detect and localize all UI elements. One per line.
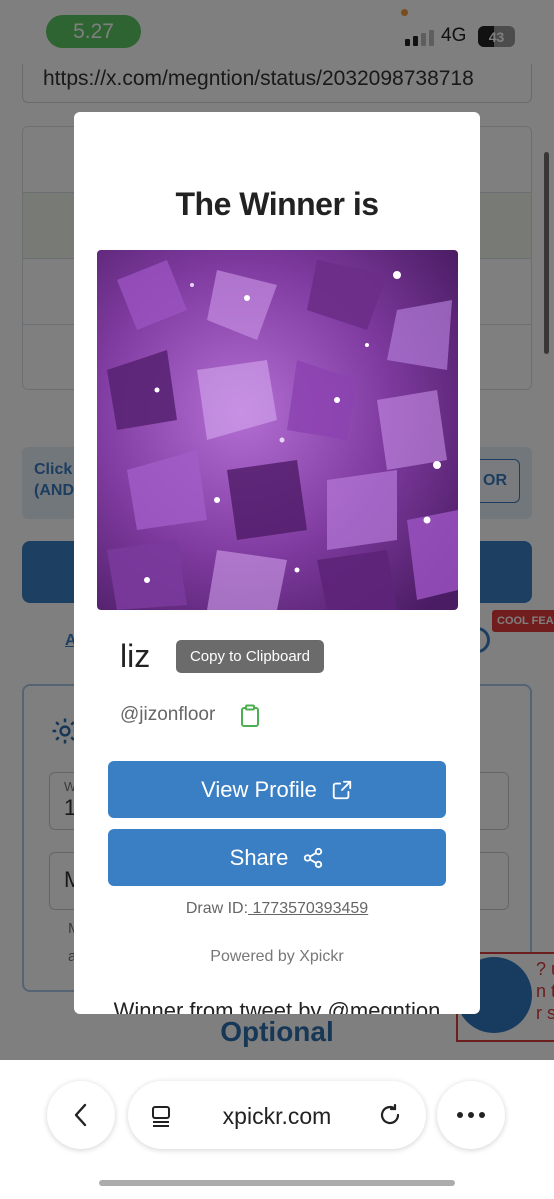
draw-id-label: Draw ID: — [185, 900, 249, 917]
external-link-icon — [332, 780, 352, 799]
winner-avatar-image — [97, 250, 458, 610]
modal-title: The Winner is — [175, 186, 379, 222]
clipboard-icon[interactable] — [240, 704, 260, 728]
more-dots-icon — [457, 1112, 485, 1118]
share-button[interactable]: Share — [108, 829, 446, 886]
view-profile-button[interactable]: View Profile — [108, 761, 446, 818]
share-icon — [304, 847, 323, 868]
chevron-left-icon — [74, 1103, 87, 1127]
home-indicator — [99, 1180, 455, 1186]
address-bar[interactable]: xpickr.com — [128, 1081, 426, 1149]
more-button[interactable] — [437, 1081, 505, 1149]
share-label: Share — [229, 844, 289, 870]
draw-id: Draw ID: 1773570393459 — [74, 900, 480, 918]
reload-icon[interactable] — [378, 1103, 402, 1127]
copy-tooltip: Copy to Clipboard — [176, 640, 324, 673]
glitter-image — [97, 250, 458, 610]
winner-handle: @jizonfloor — [120, 704, 216, 725]
browser-toolbar: xpickr.com — [0, 1060, 554, 1199]
powered-by: Powered by Xpickr — [210, 948, 344, 965]
draw-id-link[interactable]: 1773570393459 — [248, 900, 368, 917]
view-profile-label: View Profile — [201, 776, 317, 802]
winner-modal: The Winner is liz Copy to Clipboard @jiz… — [74, 112, 480, 1014]
winner-name: liz — [120, 638, 151, 674]
winner-from-text: Winner from tweet by @megntion — [113, 998, 441, 1014]
back-button[interactable] — [47, 1081, 115, 1149]
